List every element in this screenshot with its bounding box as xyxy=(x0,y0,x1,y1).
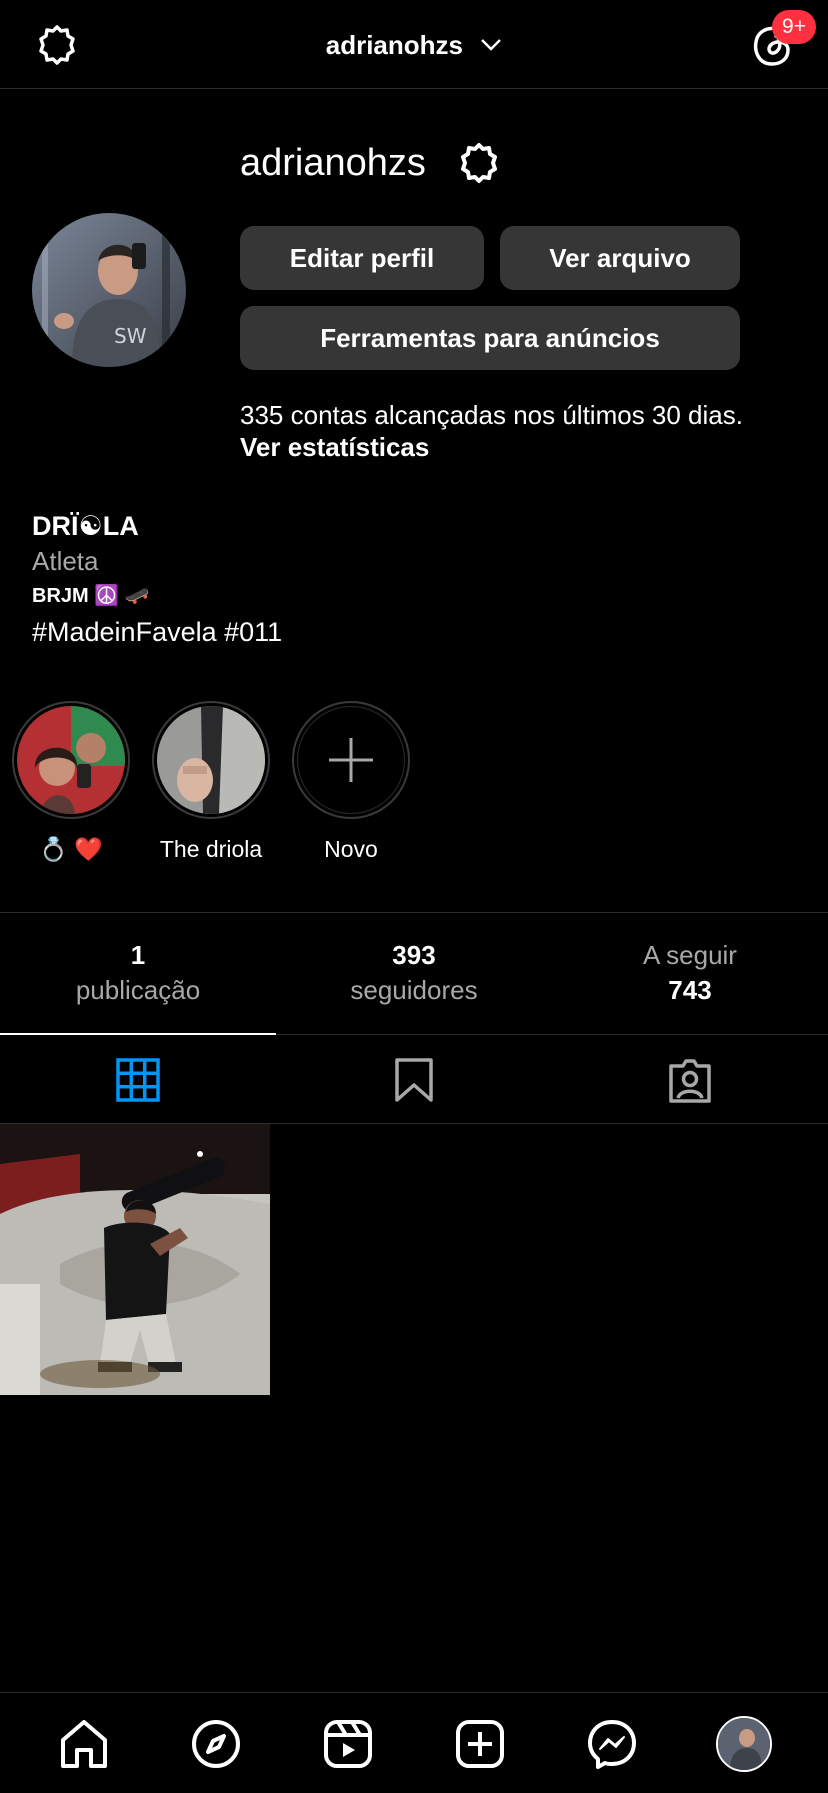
active-tab-indicator xyxy=(0,1033,276,1035)
following-count[interactable]: A seguir 743 xyxy=(552,940,828,1006)
home-icon[interactable] xyxy=(58,1718,110,1770)
reach-text: 335 contas alcançadas nos últimos 30 dia… xyxy=(240,400,743,430)
view-archive-button[interactable]: Ver arquivo xyxy=(500,226,740,290)
account-switcher[interactable]: adrianohzs xyxy=(0,28,828,61)
followers-count[interactable]: 393 seguidores xyxy=(276,940,552,1006)
svg-text:SW: SW xyxy=(114,324,147,348)
chevron-down-icon xyxy=(480,38,502,52)
tagged-icon[interactable] xyxy=(667,1058,713,1104)
top-username: adrianohzs xyxy=(325,29,463,60)
view-insights-link[interactable]: Ver estatísticas xyxy=(240,432,429,463)
post-thumbnail[interactable] xyxy=(0,1124,270,1395)
new-highlight-button[interactable] xyxy=(292,701,410,819)
plus-icon xyxy=(297,706,405,814)
bottom-nav xyxy=(0,1692,828,1793)
notification-badge: 9+ xyxy=(772,10,816,44)
bio-category: Atleta xyxy=(32,546,99,576)
highlight-1-cover xyxy=(17,706,125,814)
edit-profile-button[interactable]: Editar perfil xyxy=(240,226,484,290)
profile-username: adrianohzs xyxy=(240,142,426,184)
highlight-2-label: The driola xyxy=(159,836,263,862)
highlight-2-cover xyxy=(157,706,265,814)
followers-count-value: 393 xyxy=(392,940,436,970)
messenger-icon[interactable] xyxy=(586,1718,638,1770)
posts-count-label: publicação xyxy=(75,975,201,1005)
saved-icon[interactable] xyxy=(394,1058,434,1102)
following-count-label: A seguir xyxy=(643,940,737,970)
grid-icon[interactable] xyxy=(116,1058,160,1102)
new-highlight-label: Novo xyxy=(324,836,378,862)
reels-icon[interactable] xyxy=(322,1718,374,1770)
create-icon[interactable] xyxy=(454,1718,506,1770)
bio-hashtags[interactable]: #MadeinFavela #011 xyxy=(32,617,282,648)
ad-tools-button[interactable]: Ferramentas para anúncios xyxy=(240,306,740,370)
following-count-value: 743 xyxy=(668,975,712,1005)
profile-avatar[interactable]: SW xyxy=(32,213,186,367)
highlight-1[interactable] xyxy=(12,701,130,819)
divider xyxy=(0,912,828,913)
bio-name: DRÏ☯LA xyxy=(32,511,139,541)
profile-avatar[interactable] xyxy=(716,1716,772,1772)
highlight-2[interactable] xyxy=(152,701,270,819)
bio-line: BRJM ☮️ 🛹 xyxy=(32,585,150,607)
followers-count-label: seguidores xyxy=(350,975,478,1005)
verified-badge-icon xyxy=(456,140,502,186)
highlight-1-label: 💍 ❤️ xyxy=(39,836,103,862)
posts-count[interactable]: 1 publicação xyxy=(0,940,276,1006)
explore-icon[interactable] xyxy=(190,1718,242,1770)
posts-count-value: 1 xyxy=(130,940,146,970)
